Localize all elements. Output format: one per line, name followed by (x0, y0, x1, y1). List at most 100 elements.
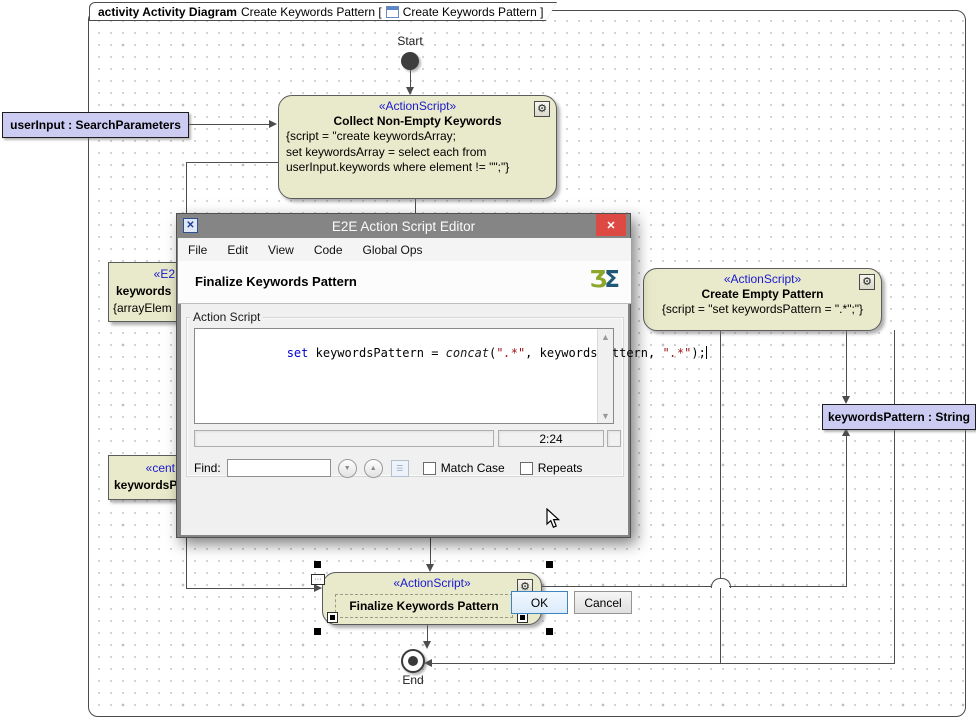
stereotype-fragment: «cent (109, 461, 175, 475)
edge-to-end-h[interactable] (432, 663, 895, 664)
pin-userinput[interactable]: userInput : SearchParameters (2, 112, 189, 138)
action-script-gear-icon[interactable]: ⚙ (859, 274, 875, 290)
menu-view[interactable]: View (258, 238, 304, 261)
script-line: {script = "set keywordsPattern = ".*";"} (644, 301, 881, 319)
cancel-button[interactable]: Cancel (574, 591, 632, 614)
arrowhead-end-right (424, 659, 432, 667)
caret-position-field: 2:24 (498, 430, 604, 447)
selection-handle-se[interactable] (546, 628, 553, 635)
action-script-gear-icon[interactable]: ⚙ (534, 101, 550, 117)
dialog-app-icon: ✕ (183, 218, 198, 233)
ok-button[interactable]: OK (511, 591, 568, 614)
dialog-title: E2E Action Script Editor (177, 219, 630, 234)
start-label: Start (390, 34, 430, 48)
script-fragment: {arrayElem (113, 301, 172, 315)
action-script-group: set keywordsPattern = concat(".*", keywo… (186, 317, 624, 477)
repeats-checkbox[interactable] (520, 462, 533, 475)
edge-collect-left-h[interactable] (186, 162, 278, 163)
find-input[interactable] (227, 459, 331, 477)
edge-finalize-to-pin-v[interactable] (846, 436, 847, 587)
dialog-titlebar[interactable]: ✕ E2E Action Script Editor (177, 214, 630, 238)
smart-manipulator-sw[interactable] (327, 612, 338, 623)
menubar: File Edit View Code Global Ops (178, 238, 631, 261)
menu-file[interactable]: File (178, 238, 217, 261)
mouse-cursor (546, 508, 561, 529)
action-collect-keywords[interactable]: «ActionScript» Collect Non-Empty Keyword… (278, 95, 557, 199)
group-label: Action Script (190, 310, 263, 324)
end-node[interactable] (401, 649, 425, 673)
edge-right-rail-v[interactable] (894, 330, 895, 664)
highlight-all-icon[interactable]: ☰ (391, 460, 409, 477)
smart-manipulator-dots[interactable]: ··· (311, 574, 325, 585)
arrowhead-into-collect (406, 87, 414, 95)
find-label: Find: (194, 461, 221, 475)
menu-code[interactable]: Code (304, 238, 353, 261)
action-finalize-keywords-pattern[interactable]: «ActionScript» Finalize Keywords Pattern… (322, 572, 542, 625)
frame-tab-kind: activity Activity Diagram (98, 5, 237, 19)
selection-handle-ne[interactable] (546, 561, 553, 568)
frame-tab-name: Create Keywords Pattern [ (241, 5, 382, 19)
status-corner-field (607, 430, 621, 447)
arrowhead-userinput (269, 120, 277, 128)
arrowhead-finalize-left (314, 584, 322, 592)
editor-scrollbar[interactable]: ▲ ▼ (597, 329, 613, 423)
find-next-icon[interactable]: ▼ (338, 459, 357, 478)
edge-start-to-collect[interactable] (410, 69, 411, 88)
find-row: Find: ▼ ▲ ☰ Match Case Repeats (194, 457, 622, 479)
action-name: Finalize Keywords Pattern (349, 599, 498, 613)
action-name: Collect Non-Empty Keywords (279, 114, 556, 128)
repeats-label: Repeats (538, 461, 583, 475)
match-case-label: Match Case (441, 461, 505, 475)
selection-handle-nw[interactable] (314, 561, 321, 568)
code-line: set keywordsPattern = concat(".*", keywo… (200, 332, 707, 374)
name-fragment: keywordsP (114, 478, 177, 492)
frame-tab-name-2: Create Keywords Pattern ] (403, 5, 544, 19)
arrowhead-pin-top (842, 396, 850, 404)
stereotype-fragment: «E2 (109, 267, 175, 281)
match-case-checkbox[interactable] (423, 462, 436, 475)
dialog-body: Action Script set keywordsPattern = conc… (181, 304, 628, 535)
action-create-empty-pattern[interactable]: «ActionScript» Create Empty Pattern {scr… (643, 268, 882, 331)
edge-userinput-to-collect[interactable] (187, 124, 269, 125)
action-name: Create Empty Pattern (644, 287, 881, 301)
activity-diagram-icon (386, 6, 399, 18)
close-button[interactable]: ✕ (596, 214, 626, 236)
scroll-down-icon[interactable]: ▼ (598, 408, 613, 423)
arrowhead-finalize-top (426, 564, 434, 572)
dialog-header-title: Finalize Keywords Pattern (195, 274, 357, 289)
name-fragment: keywords (116, 284, 171, 298)
edge-finalize-to-end[interactable] (427, 623, 428, 642)
script-line: {script = "create keywordsArray; (286, 129, 549, 145)
edge-finalize-to-pin-h2[interactable] (729, 586, 847, 587)
edge-finalize-to-pin-h1[interactable] (540, 586, 711, 587)
end-label: End (393, 673, 433, 687)
menu-global-ops[interactable]: Global Ops (353, 238, 433, 261)
script-line: set keywordsArray = select each from (286, 145, 549, 161)
stereotype: «ActionScript» (323, 576, 541, 590)
screen: activity Activity Diagram Create Keyword… (0, 0, 976, 722)
editor-status-field (194, 430, 494, 447)
e2e-logo-icon: ƷΣ (590, 267, 618, 293)
name-edit-rect[interactable]: Finalize Keywords Pattern (335, 594, 513, 618)
scroll-up-icon[interactable]: ▲ (598, 329, 613, 344)
script-line: userInput.keywords where element != "";"… (286, 160, 549, 176)
menu-edit[interactable]: Edit (217, 238, 258, 261)
dialog-header: Finalize Keywords Pattern ƷΣ (178, 261, 631, 304)
edge-into-finalize-left[interactable] (186, 588, 314, 589)
edge-collect-bottom-stub[interactable] (415, 198, 416, 214)
arrowhead-end-top (423, 641, 431, 649)
stereotype: «ActionScript» (644, 272, 881, 286)
edge-into-finalize-top[interactable] (430, 538, 431, 565)
action-script-editor-dialog: ✕ E2E Action Script Editor ✕ File Edit V… (176, 213, 631, 538)
stereotype: «ActionScript» (279, 99, 556, 113)
edge-createempty-to-pin[interactable] (846, 329, 847, 397)
text-caret (706, 346, 707, 359)
find-prev-icon[interactable]: ▲ (364, 459, 383, 478)
code-editor[interactable]: set keywordsPattern = concat(".*", keywo… (194, 328, 614, 424)
pin-keywordspattern[interactable]: keywordsPattern : String (822, 404, 976, 430)
edge-createempty-to-end-v[interactable] (720, 329, 721, 664)
start-node[interactable] (401, 52, 419, 70)
diagram-frame-tab[interactable]: activity Activity Diagram Create Keyword… (89, 2, 557, 21)
edge-hop (711, 578, 731, 588)
selection-handle-sw[interactable] (314, 628, 321, 635)
